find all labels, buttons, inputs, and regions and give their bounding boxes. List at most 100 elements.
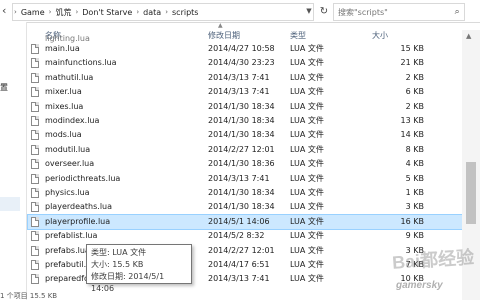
column-header: 名称 修改日期 类型 大小 [28,30,462,42]
file-icon [31,245,39,256]
search-input[interactable] [334,7,451,17]
tooltip-size: 大小: 15.5 KB [91,260,144,269]
file-size: 2 KB [405,72,424,82]
file-type: LUA 文件 [290,188,324,197]
file-date: 2014/1/30 18:36 [208,159,275,169]
file-date: 2014/5/2 8:32 [208,231,265,241]
file-date: 2014/4/27 10:58 [208,44,275,53]
file-icon [31,202,39,213]
file-date: 2014/1/30 18:34 [208,130,275,140]
column-header-type[interactable]: 类型 [290,30,306,41]
breadcrumb-item-game[interactable]: Game [18,8,48,17]
column-header-date[interactable]: 修改日期 [208,30,240,41]
breadcrumb[interactable]: › Game › 饥荒 › Don't Starve › data › scri… [12,3,314,21]
file-date: 2014/3/13 7:41 [208,173,270,183]
file-name: main.lua [45,44,80,53]
file-type: LUA 文件 [290,72,324,82]
search-box[interactable]: ⌕ [333,3,465,21]
file-name: mainfunctions.lua [45,58,117,68]
file-type: LUA 文件 [290,260,324,269]
scroll-up-arrow-icon[interactable]: ▲ [466,32,471,40]
sort-up-icon: ▲ [218,22,223,29]
file-icon [31,72,39,83]
file-icon [31,144,39,155]
table-row[interactable]: modindex.lua 2014/1/30 18:34 LUA 文件 13 KB [28,114,462,128]
file-icon [31,274,39,285]
file-name: prefablist.lua [45,231,98,241]
table-row[interactable]: prefablist.lua 2014/5/2 8:32 LUA 文件 9 KB [28,229,462,243]
file-size: 9 KB [405,231,424,241]
file-icon [31,101,39,112]
file-type: LUA 文件 [290,216,324,226]
file-name: mods.lua [45,130,82,140]
breadcrumb-item-scripts[interactable]: scripts [169,8,201,17]
table-row[interactable]: overseer.lua 2014/1/30 18:36 LUA 文件 4 KB [28,157,462,171]
file-icon [31,173,39,184]
column-header-size[interactable]: 大小 [372,30,388,41]
file-icon [31,116,39,126]
chevron-down-icon[interactable]: ▼ [303,3,315,19]
table-row[interactable]: mods.lua 2014/1/30 18:34 LUA 文件 14 KB [28,128,462,142]
file-type: LUA 文件 [290,173,324,183]
table-row[interactable]: modutil.lua 2014/2/27 12:01 LUA 文件 8 KB [28,143,462,157]
file-type: LUA 文件 [290,44,324,53]
file-type: LUA 文件 [290,116,324,125]
file-type: LUA 文件 [290,144,324,154]
tooltip-type: 类型: LUA 文件 [91,248,147,257]
file-size: 14 KB [400,130,424,140]
address-bar: ‹ › Game › 饥荒 › Don't Starve › data › sc… [0,0,480,23]
search-icon[interactable]: ⌕ [450,7,464,17]
back-arrow-icon[interactable]: ‹ [2,5,12,17]
file-date: 2014/4/17 6:51 [208,260,270,269]
breadcrumb-item-jihuang[interactable]: 饥荒 [52,7,74,18]
scrollbar-thumb[interactable] [466,162,476,224]
file-date: 2014/1/30 18:34 [208,116,275,125]
file-icon [31,159,39,170]
table-row[interactable]: periodicthreats.lua 2014/3/13 7:41 LUA 文件 5… [28,172,462,186]
table-row[interactable]: mixer.lua 2014/3/13 7:41 LUA 文件 6 KB [28,85,462,99]
table-row-selected[interactable]: playerprofile.lua 2014/5/1 14:06 LUA 文件 16 … [27,213,463,230]
file-type: LUA 文件 [290,130,324,140]
file-size: 13 KB [400,116,424,125]
file-date: 2014/3/13 7:41 [208,72,270,82]
file-name: periodicthreats.lua [45,173,121,183]
table-row[interactable]: mainfunctions.lua 2014/4/30 23:23 LUA 文件 21… [28,56,462,70]
file-type: LUA 文件 [290,202,324,212]
file-date: 2014/2/27 12:01 [208,245,275,255]
file-size: 3 KB [405,202,424,212]
status-bar: 1 个项目 15.5 KB [0,292,58,300]
file-type: LUA 文件 [290,58,324,68]
file-icon [31,130,39,141]
table-row[interactable]: playerdeaths.lua 2014/1/30 18:34 LUA 文件 3 K… [28,200,462,214]
file-name: prefabs.lua [45,245,90,255]
file-icon [31,87,39,98]
file-date: 2014/2/27 12:01 [208,144,275,154]
file-type: LUA 文件 [290,87,324,97]
file-name: playerdeaths.lua [45,202,113,212]
file-size: 16 KB [400,216,424,226]
navigation-pane: 置 [0,22,27,300]
file-size: 21 KB [400,58,424,68]
file-name: mixer.lua [45,87,82,97]
table-row[interactable]: mathutil.lua 2014/3/13 7:41 LUA 文件 2 KB [28,71,462,85]
table-row[interactable]: physics.lua 2014/1/30 18:34 LUA 文件 1 KB [28,186,462,200]
file-date: 2014/3/13 7:41 [208,274,270,284]
file-name: mixes.lua [45,101,84,111]
nav-pane-partial-label[interactable]: 置 [0,82,8,93]
file-name: overseer.lua [45,159,95,169]
file-icon [31,58,39,69]
file-size: 6 KB [405,87,424,97]
table-row[interactable]: main.lua 2014/4/27 10:58 LUA 文件 15 KB [28,42,462,56]
file-icon [31,260,39,270]
nav-pane-highlight[interactable] [0,197,20,211]
refresh-icon[interactable]: ↻ [317,3,331,19]
file-size: 2 KB [405,101,424,111]
table-row[interactable]: mixes.lua 2014/1/30 18:34 LUA 文件 2 KB [28,100,462,114]
file-info-tooltip: 类型: LUA 文件 大小: 15.5 KB 修改日期: 2014/5/1 14… [86,244,192,293]
breadcrumb-item-data[interactable]: data [140,8,164,17]
breadcrumb-item-dont-starve[interactable]: Don't Starve [79,8,135,17]
file-date: 2014/4/30 23:23 [208,58,275,68]
file-type: LUA 文件 [290,231,324,241]
file-name: physics.lua [45,188,90,197]
file-size: 5 KB [405,173,424,183]
